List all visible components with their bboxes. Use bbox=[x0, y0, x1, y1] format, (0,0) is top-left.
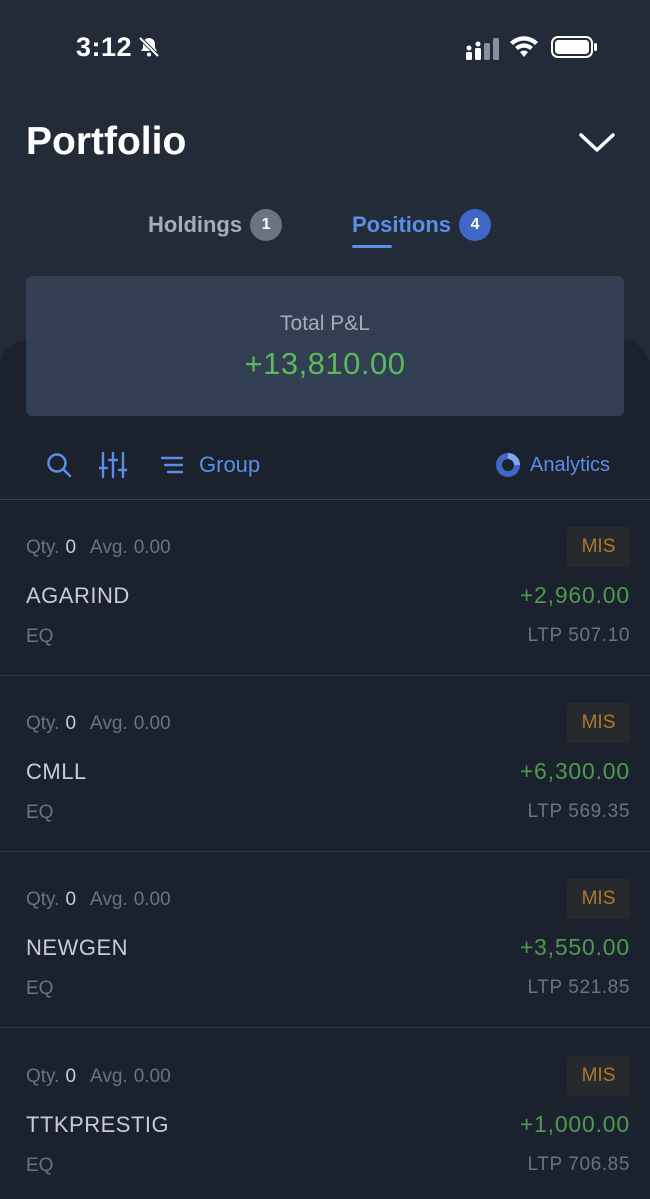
position-pnl: +1,000.00 bbox=[519, 1111, 630, 1137]
position-row[interactable]: Qty. 0 Avg. 0.00 MIS NEWGEN +3,550.00 EQ… bbox=[0, 852, 650, 1028]
analytics-label: Analytics bbox=[530, 453, 611, 476]
product-badge: MIS bbox=[567, 527, 630, 567]
tab-positions[interactable]: Positions 4 bbox=[352, 200, 492, 250]
symbol: NEWGEN bbox=[26, 935, 128, 960]
position-meta: Qty. 0 Avg. 0.00 bbox=[26, 537, 171, 559]
filter-sliders-icon[interactable] bbox=[99, 451, 127, 479]
avg-value: 0.00 bbox=[133, 713, 171, 734]
last-traded-price: LTP 706.85 bbox=[527, 1154, 630, 1175]
product-badge: MIS bbox=[567, 703, 630, 743]
exchange-segment: EQ bbox=[26, 978, 54, 999]
exchange-segment: EQ bbox=[26, 802, 54, 823]
group-label: Group bbox=[199, 452, 261, 477]
wifi-icon bbox=[510, 36, 538, 57]
symbol: AGARIND bbox=[26, 583, 130, 608]
position-row[interactable]: Qty. 0 Avg. 0.00 MIS CMLL +6,300.00 EQ L… bbox=[0, 676, 650, 852]
qty-label: Qty. bbox=[26, 537, 60, 558]
qty-value: 0 bbox=[65, 537, 77, 558]
exchange-segment: EQ bbox=[26, 626, 54, 647]
product-badge: MIS bbox=[567, 1056, 630, 1096]
total-pnl-value: +13,810.00 bbox=[244, 346, 406, 381]
avg-label: Avg. bbox=[90, 889, 128, 910]
position-pnl: +6,300.00 bbox=[519, 758, 630, 784]
product-badge: MIS bbox=[567, 879, 630, 919]
last-traded-price: LTP 507.10 bbox=[527, 625, 630, 646]
bell-muted-icon bbox=[138, 36, 160, 58]
avg-label: Avg. bbox=[90, 713, 128, 734]
total-pnl-card: Total P&L +13,810.00 bbox=[26, 276, 624, 416]
avg-value: 0.00 bbox=[133, 1066, 171, 1087]
position-pnl: +3,550.00 bbox=[519, 934, 630, 960]
status-time: 3:12 bbox=[76, 32, 133, 62]
qty-value: 0 bbox=[65, 889, 77, 910]
search-icon[interactable] bbox=[46, 452, 72, 478]
positions-count-badge: 4 bbox=[459, 209, 492, 241]
position-meta: Qty. 0 Avg. 0.00 bbox=[26, 1066, 171, 1088]
holdings-count-badge: 1 bbox=[250, 209, 283, 241]
battery-icon bbox=[551, 36, 597, 58]
avg-label: Avg. bbox=[90, 1066, 128, 1087]
qty-label: Qty. bbox=[26, 1066, 60, 1087]
analytics-button[interactable]: Analytics bbox=[495, 448, 610, 482]
status-bar: 3:12 bbox=[0, 0, 650, 95]
symbol: CMLL bbox=[26, 759, 87, 784]
total-pnl-label: Total P&L bbox=[280, 312, 370, 335]
position-meta: Qty. 0 Avg. 0.00 bbox=[26, 713, 171, 735]
position-row[interactable]: Qty. 0 Avg. 0.00 MIS AGARIND +2,960.00 E… bbox=[0, 500, 650, 676]
portfolio-screen: 3:12 Portfolio Holdings 1 Positions 4 To… bbox=[0, 0, 650, 1199]
avg-value: 0.00 bbox=[133, 889, 171, 910]
qty-label: Qty. bbox=[26, 889, 60, 910]
signal-icon bbox=[466, 38, 499, 60]
position-row[interactable]: Qty. 0 Avg. 0.00 MIS TTKPRESTIG +1,000.0… bbox=[0, 1029, 650, 1199]
group-lines-icon bbox=[160, 456, 184, 474]
qty-value: 0 bbox=[65, 713, 77, 734]
tab-holdings-label: Holdings bbox=[148, 212, 243, 237]
qty-value: 0 bbox=[65, 1066, 77, 1087]
group-button[interactable]: Group bbox=[160, 448, 260, 482]
page-title: Portfolio bbox=[26, 120, 187, 163]
last-traded-price: LTP 521.85 bbox=[527, 977, 630, 998]
tab-positions-label: Positions bbox=[352, 212, 452, 237]
active-tab-indicator bbox=[352, 245, 392, 248]
symbol: TTKPRESTIG bbox=[26, 1112, 170, 1137]
exchange-segment: EQ bbox=[26, 1155, 54, 1176]
position-meta: Qty. 0 Avg. 0.00 bbox=[26, 889, 171, 911]
avg-value: 0.00 bbox=[133, 537, 171, 558]
last-traded-price: LTP 569.35 bbox=[527, 801, 630, 822]
avg-label: Avg. bbox=[90, 537, 128, 558]
position-pnl: +2,960.00 bbox=[519, 582, 630, 608]
tab-holdings[interactable]: Holdings 1 bbox=[148, 200, 283, 250]
analytics-ring-icon bbox=[496, 453, 520, 477]
chevron-down-icon[interactable] bbox=[578, 130, 616, 156]
qty-label: Qty. bbox=[26, 713, 60, 734]
